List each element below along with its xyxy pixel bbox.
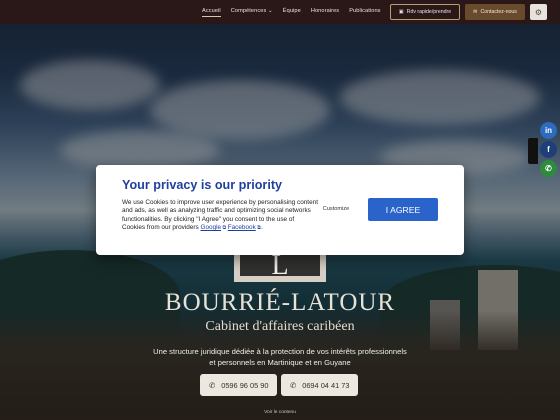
facebook-link[interactable]: Facebook	[228, 224, 256, 231]
modal-body: We use Cookies to improve user experienc…	[122, 199, 318, 232]
cookie-consent-modal: Your privacy is our priority We use Cook…	[96, 165, 464, 255]
phone-number-2: 0694 04 41 73	[302, 380, 350, 390]
contact-label: Contactez-nous	[480, 9, 517, 15]
linkedin-icon[interactable]: in	[540, 122, 557, 139]
linkedin-glyph: in	[544, 126, 553, 135]
mail-icon: ✉	[473, 9, 478, 15]
gear-icon: ⚙	[534, 7, 543, 17]
external-link-icon: ⧉	[255, 225, 261, 232]
appointment-label: Rdv rapide/prendre	[406, 9, 452, 15]
facebook-icon[interactable]: f	[540, 141, 557, 158]
scroll-hint[interactable]: Voir le contenu	[0, 410, 560, 415]
nav-item-equipe[interactable]: Équipe	[283, 8, 301, 17]
whatsapp-icon[interactable]: ✆	[540, 160, 557, 177]
nav-item-honoraires[interactable]: Honoraires	[311, 8, 339, 17]
phone-icon: ✆	[290, 380, 297, 390]
nav-item-competences[interactable]: Compétences ⌄	[231, 8, 273, 17]
settings-button[interactable]: ⚙	[530, 4, 547, 20]
brand-name: BOURRIÉ-LATOUR	[164, 289, 396, 316]
brand-subtitle: Cabinet d'affaires caribéen	[205, 319, 355, 334]
google-link[interactable]: Google	[201, 224, 222, 231]
phone-number-1: 0596 96 05 90	[221, 380, 269, 390]
customize-button[interactable]: Customize	[316, 206, 356, 212]
whatsapp-glyph: ✆	[545, 164, 552, 173]
agree-button[interactable]: I AGREE	[368, 198, 438, 221]
top-navbar: Accueil Compétences ⌄ Équipe Honoraires …	[0, 0, 560, 24]
phone-button-2[interactable]: ✆ 0694 04 41 73	[281, 374, 359, 396]
calendar-icon: ▣	[398, 9, 404, 15]
nav-item-accueil[interactable]: Accueil	[202, 8, 221, 17]
phone-icon: ✆	[209, 380, 216, 390]
modal-title: Your privacy is our priority	[122, 178, 283, 192]
appointment-button[interactable]: ▣ Rdv rapide/prendre	[390, 4, 460, 20]
nav-item-publications[interactable]: Publications	[349, 8, 380, 17]
facebook-glyph: f	[547, 145, 550, 154]
main-nav: Accueil Compétences ⌄ Équipe Honoraires …	[202, 8, 381, 17]
side-tab-handle[interactable]	[528, 138, 538, 164]
brand-tagline: Une structure juridique dédiée à la prot…	[153, 347, 407, 367]
contact-button[interactable]: ✉ Contactez-nous	[465, 4, 525, 20]
external-link-icon: ⧉	[221, 225, 228, 232]
phone-button-1[interactable]: ✆ 0596 96 05 90	[200, 374, 278, 396]
